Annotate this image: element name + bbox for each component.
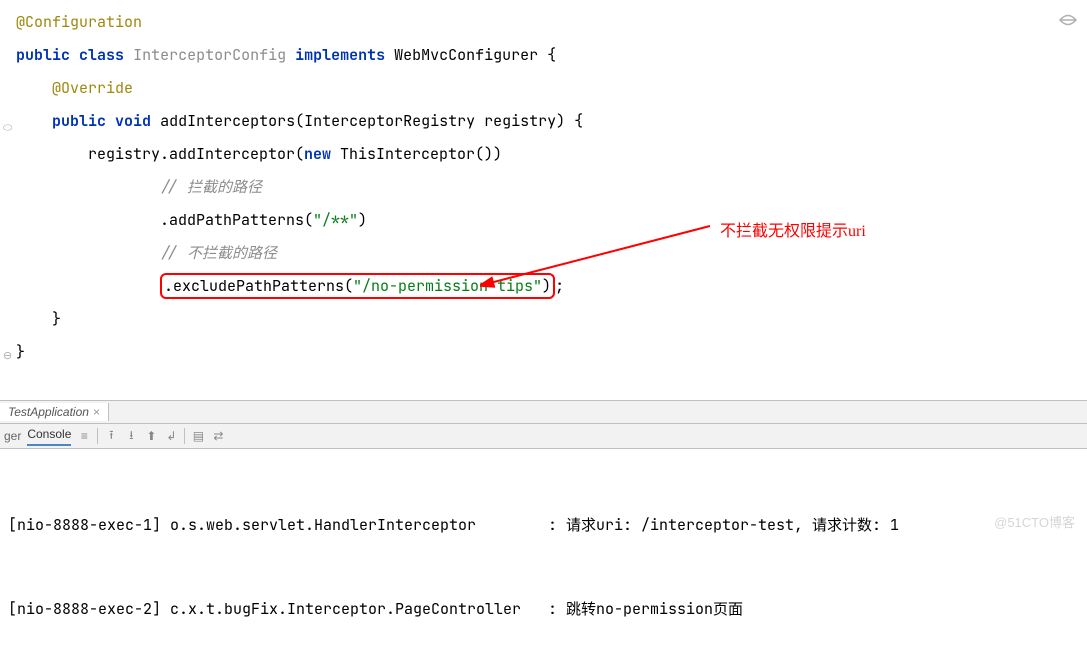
code-line: @Override xyxy=(16,72,1087,105)
code-line: registry.addInterceptor(new ThisIntercep… xyxy=(16,138,1087,171)
toolbar-icon[interactable]: ≡ xyxy=(77,429,91,443)
highlighted-code: .excludePathPatterns("/no-permission-tip… xyxy=(160,273,555,299)
code-line: .excludePathPatterns("/no-permission-tip… xyxy=(16,270,1087,303)
run-tabs-bar: TestApplication × xyxy=(0,400,1087,423)
code-line: } xyxy=(16,336,1087,369)
code-line: @Configuration xyxy=(16,6,1087,39)
export-icon[interactable]: ⬆ xyxy=(144,429,158,443)
code-line: // 拦截的路径 xyxy=(16,171,1087,204)
scroll-up-icon[interactable]: ⭱ xyxy=(104,426,118,447)
console-toolbar: ger Console ≡ ⭱ ⭳ ⬆ ↲ ▤ ⇄ xyxy=(0,423,1087,449)
code-editor[interactable]: ⬭ ⊖ @Configuration public class Intercep… xyxy=(0,0,1087,400)
separator xyxy=(97,428,98,444)
code-line: // 不拦截的路径 xyxy=(16,237,1087,270)
code-line: public void addInterceptors(InterceptorR… xyxy=(16,105,1087,138)
console-line: [nio-8888-exec-2] c.x.t.bugFix.Intercept… xyxy=(8,595,1079,623)
separator xyxy=(184,428,185,444)
soft-wrap-icon[interactable]: ↲ xyxy=(164,429,178,443)
toolbar-label[interactable]: ger xyxy=(4,429,21,443)
gutter-override-icon[interactable]: ⬭ xyxy=(3,112,12,145)
scroll-down-icon[interactable]: ⭳ xyxy=(124,426,138,447)
console-tab[interactable]: Console xyxy=(27,427,71,446)
close-tab-icon[interactable]: × xyxy=(93,405,100,419)
console-output[interactable]: [nio-8888-exec-1] o.s.web.servlet.Handle… xyxy=(0,449,1087,657)
print-icon[interactable]: ▤ xyxy=(191,429,205,443)
console-line: [nio-8888-exec-1] o.s.web.servlet.Handle… xyxy=(8,511,1079,539)
tab-label: TestApplication xyxy=(8,405,89,419)
filter-icon[interactable]: ⇄ xyxy=(211,429,225,443)
inspection-eye-icon[interactable] xyxy=(1059,6,1077,39)
code-line: } xyxy=(16,303,1087,336)
tab-test-application[interactable]: TestApplication × xyxy=(0,403,109,421)
gutter-fold-icon[interactable]: ⊖ xyxy=(3,340,12,373)
annotation-label: 不拦截无权限提示uri xyxy=(720,215,866,248)
code-line: public class InterceptorConfig implement… xyxy=(16,39,1087,72)
watermark: @51CTO博客 xyxy=(994,512,1075,531)
code-line: .addPathPatterns("/**") xyxy=(16,204,1087,237)
